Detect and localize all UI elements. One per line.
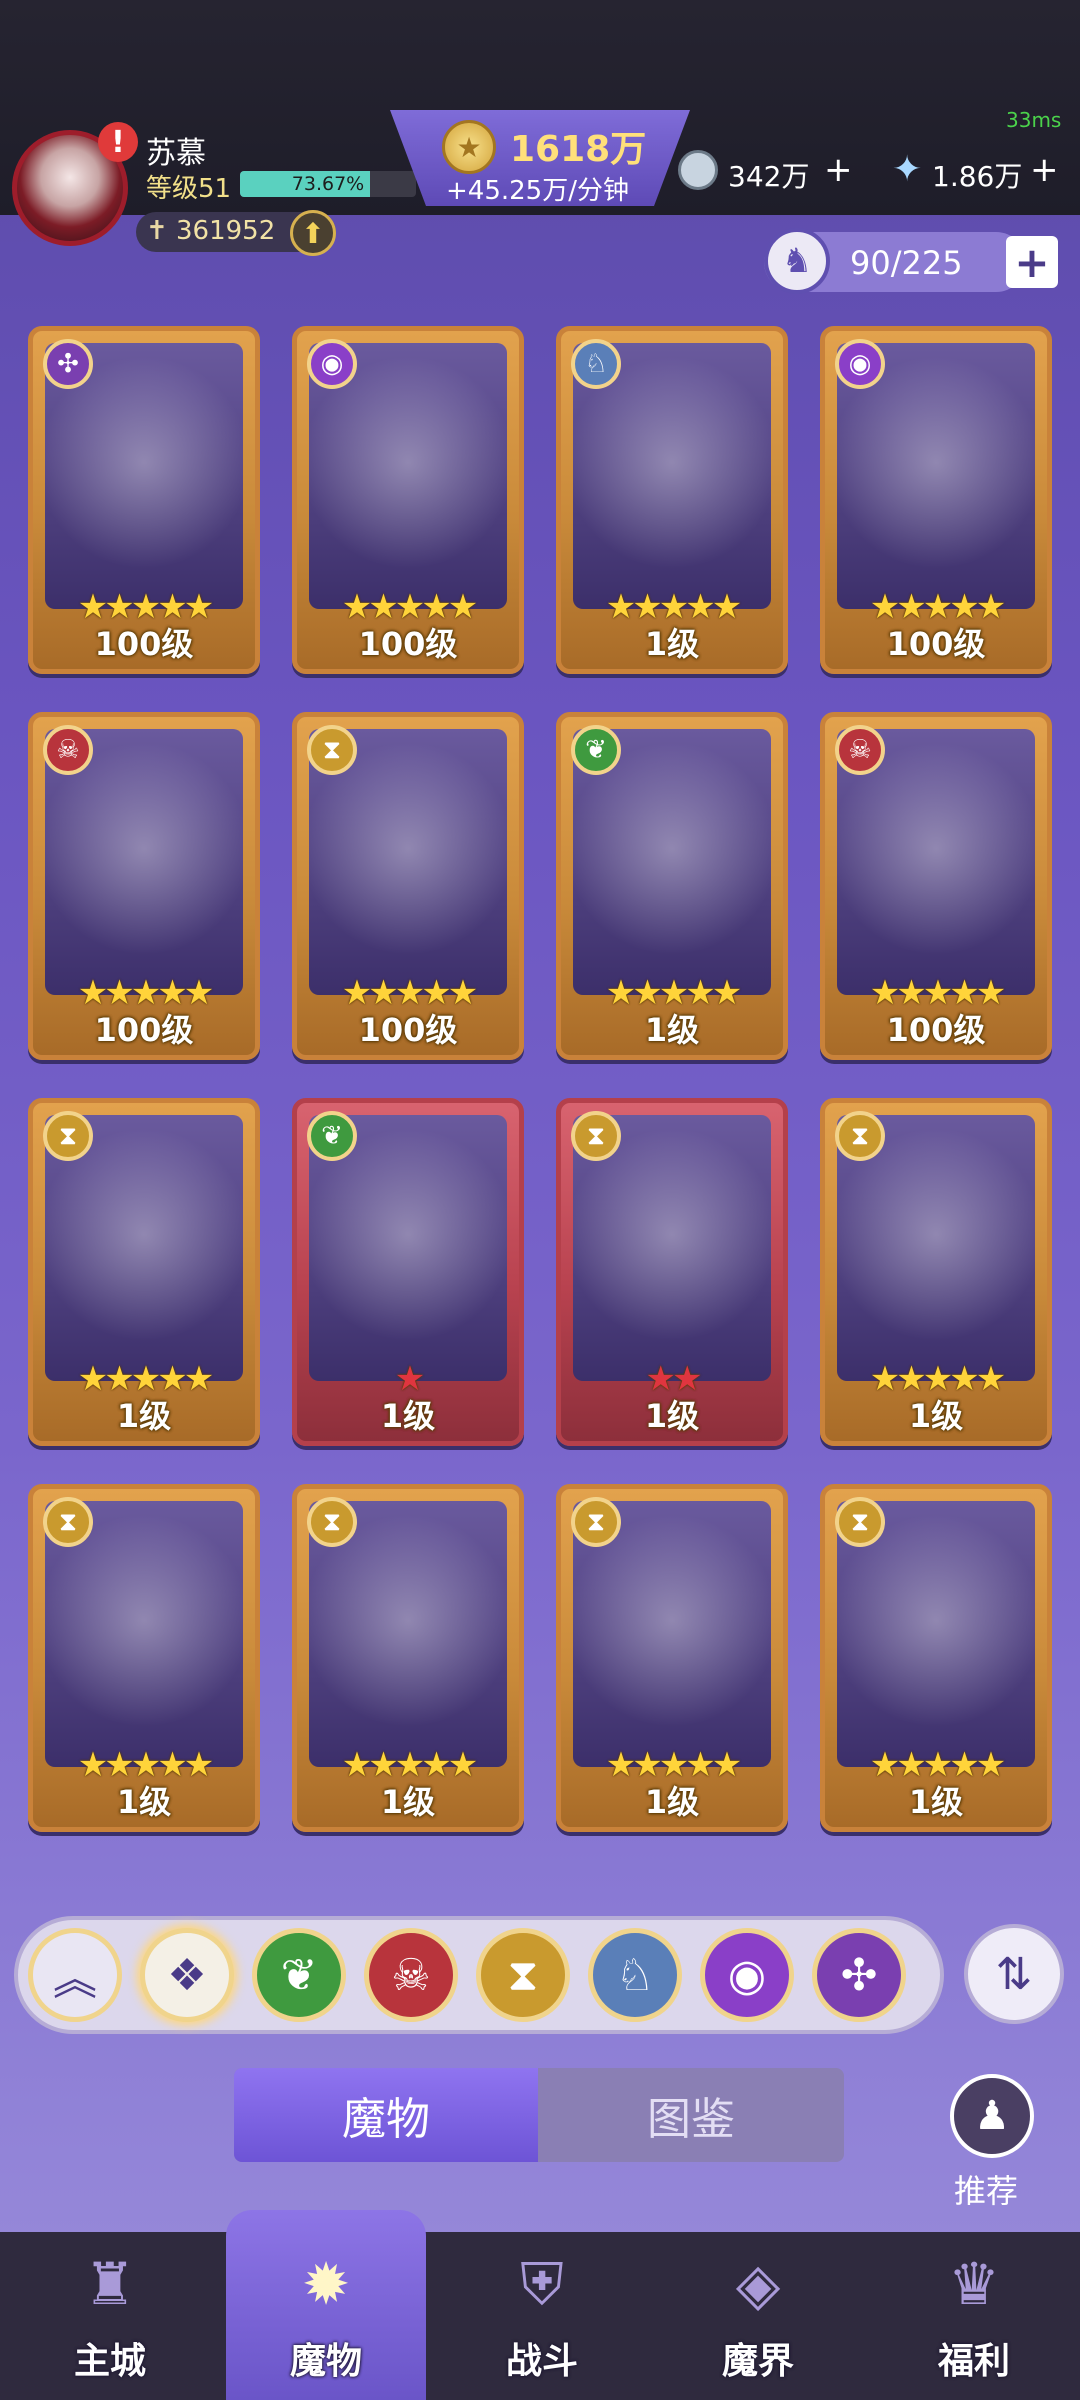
hourglass-icon: ⧗ bbox=[571, 1111, 621, 1161]
monster-level: 1级 bbox=[380, 1397, 436, 1435]
demon-icon: ☠ bbox=[43, 725, 93, 775]
add-resource2-button[interactable]: + bbox=[1030, 150, 1059, 190]
monster-level: 100级 bbox=[886, 625, 986, 663]
monster-card[interactable]: ⧗ ★★★★★ 1级 bbox=[292, 1484, 524, 1832]
filter-pinwheel-icon[interactable]: ✣ bbox=[812, 1928, 906, 2022]
leaf-icon: ❦ bbox=[307, 1111, 357, 1161]
crystal-star-icon: ✦ bbox=[892, 149, 923, 190]
latency-indicator: 33ms bbox=[1006, 108, 1062, 132]
hourglass-icon: ⧗ bbox=[571, 1497, 621, 1547]
hourglass-icon: ⧗ bbox=[835, 1111, 885, 1161]
nav-treasure-chest[interactable]: ♛ 福利 bbox=[894, 2232, 1054, 2400]
notification-badge-icon: ! bbox=[98, 122, 138, 162]
monster-card[interactable]: ◉ ★★★★★ 100级 bbox=[292, 326, 524, 674]
monster-level: 1级 bbox=[380, 1783, 436, 1821]
monster-level: 1级 bbox=[908, 1783, 964, 1821]
monster-level: 1级 bbox=[116, 1783, 172, 1821]
nav-label: 福利 bbox=[937, 2341, 1010, 2382]
silver-coin-icon bbox=[678, 150, 718, 190]
gold-amount: 1618万 bbox=[510, 129, 647, 170]
power-value: 361952 bbox=[176, 216, 276, 246]
capacity-value: 90/225 bbox=[850, 244, 963, 282]
monster-silhouette-icon: ♞ bbox=[764, 228, 830, 294]
filter-eye-icon[interactable]: ◉ bbox=[700, 1928, 794, 2022]
shield-sword-icon: ⛨ bbox=[520, 2249, 564, 2318]
portal-icon: ◈ bbox=[735, 2250, 781, 2318]
expand-capacity-button[interactable]: + bbox=[1006, 236, 1058, 288]
nav-label: 魔物 bbox=[289, 2341, 362, 2382]
filter-demon-icon[interactable]: ☠ bbox=[364, 1928, 458, 2022]
filter-hourglass-icon[interactable]: ⧗ bbox=[476, 1928, 570, 2022]
monster-level: 100级 bbox=[886, 1011, 986, 1049]
pinwheel-icon: ✣ bbox=[43, 339, 93, 389]
hourglass-icon: ⧗ bbox=[307, 1497, 357, 1547]
nav-flame[interactable]: ✹ 魔物 bbox=[246, 2232, 406, 2400]
nav-label: 战斗 bbox=[505, 2341, 578, 2382]
monster-card[interactable]: ⧗ ★★★★★ 1级 bbox=[820, 1484, 1052, 1832]
demon-icon: ☠ bbox=[835, 725, 885, 775]
level-progress-text: 73.67% bbox=[291, 173, 365, 195]
hourglass-icon: ⧗ bbox=[835, 1497, 885, 1547]
monster-level: 1级 bbox=[644, 1397, 700, 1435]
monster-card[interactable]: ❦ ★ 1级 bbox=[292, 1098, 524, 1446]
recommend-label[interactable]: 推荐 bbox=[954, 2166, 1018, 2212]
monster-level: 100级 bbox=[94, 625, 194, 663]
tab-codex[interactable]: 图鉴 bbox=[538, 2068, 844, 2162]
nav-shield-sword[interactable]: ⛨ 战斗 bbox=[462, 2232, 622, 2400]
monster-level: 100级 bbox=[358, 625, 458, 663]
hourglass-icon: ⧗ bbox=[43, 1111, 93, 1161]
monster-card[interactable]: ⧗ ★★ 1级 bbox=[556, 1098, 788, 1446]
dragon-icon: ♘ bbox=[571, 339, 621, 389]
monster-level: 1级 bbox=[644, 625, 700, 663]
tab-monster[interactable]: 魔物 bbox=[234, 2068, 538, 2162]
filter-all-diamond-icon[interactable]: ❖ bbox=[140, 1928, 234, 2022]
player-level: 等级51 bbox=[146, 174, 232, 204]
sword-icon: ✝ bbox=[146, 216, 168, 246]
monster-card[interactable]: ☠ ★★★★★ 100级 bbox=[820, 712, 1052, 1060]
sort-button[interactable]: ⇅ bbox=[964, 1924, 1064, 2024]
flame-icon: ✹ bbox=[301, 2250, 351, 2318]
filter-dragon-icon[interactable]: ♘ bbox=[588, 1928, 682, 2022]
monster-card[interactable]: ⧗ ★★★★★ 1级 bbox=[28, 1484, 260, 1832]
leaf-icon: ❦ bbox=[571, 725, 621, 775]
nav-label: 主城 bbox=[73, 2341, 146, 2382]
monster-card[interactable]: ⧗ ★★★★★ 1级 bbox=[556, 1484, 788, 1832]
monster-card[interactable]: ⧗ ★★★★★ 1级 bbox=[28, 1098, 260, 1446]
add-resource1-button[interactable]: + bbox=[824, 150, 853, 190]
monster-level: 1级 bbox=[116, 1397, 172, 1435]
eye-icon: ◉ bbox=[835, 339, 885, 389]
monster-card[interactable]: ☠ ★★★★★ 100级 bbox=[28, 712, 260, 1060]
filter-collapse-up-icon[interactable]: ︽ bbox=[28, 1928, 122, 2022]
resource2-value: 1.86万 bbox=[932, 160, 1023, 193]
upgrade-arrow-button[interactable]: ⬆ bbox=[290, 210, 336, 256]
monster-card[interactable]: ❦ ★★★★★ 1级 bbox=[556, 712, 788, 1060]
player-name: 苏慕 bbox=[146, 136, 206, 171]
nav-portal[interactable]: ◈ 魔界 bbox=[678, 2232, 838, 2400]
gold-coin-icon: ★ bbox=[442, 120, 496, 174]
monster-card[interactable]: ⧗ ★★★★★ 1级 bbox=[820, 1098, 1052, 1446]
monster-card[interactable]: ✣ ★★★★★ 100级 bbox=[28, 326, 260, 674]
resource1-value: 342万 bbox=[728, 160, 810, 193]
monster-level: 1级 bbox=[644, 1011, 700, 1049]
gold-rate: +45.25万/分钟 bbox=[446, 176, 629, 206]
monster-level: 1级 bbox=[644, 1783, 700, 1821]
eye-icon: ◉ bbox=[307, 339, 357, 389]
monster-card[interactable]: ♘ ★★★★★ 1级 bbox=[556, 326, 788, 674]
monster-level: 100级 bbox=[94, 1011, 194, 1049]
nav-castle[interactable]: ♜ 主城 bbox=[30, 2232, 190, 2400]
recommend-team-icon[interactable]: ♟ bbox=[950, 2074, 1034, 2158]
monster-level: 1级 bbox=[908, 1397, 964, 1435]
hourglass-icon: ⧗ bbox=[43, 1497, 93, 1547]
monster-card[interactable]: ⧗ ★★★★★ 100级 bbox=[292, 712, 524, 1060]
monster-level: 100级 bbox=[358, 1011, 458, 1049]
treasure-chest-icon: ♛ bbox=[948, 2250, 1000, 2318]
castle-icon: ♜ bbox=[84, 2250, 136, 2318]
hourglass-icon: ⧗ bbox=[307, 725, 357, 775]
monster-card[interactable]: ◉ ★★★★★ 100级 bbox=[820, 326, 1052, 674]
nav-label: 魔界 bbox=[721, 2341, 794, 2382]
filter-leaf-icon[interactable]: ❦ bbox=[252, 1928, 346, 2022]
